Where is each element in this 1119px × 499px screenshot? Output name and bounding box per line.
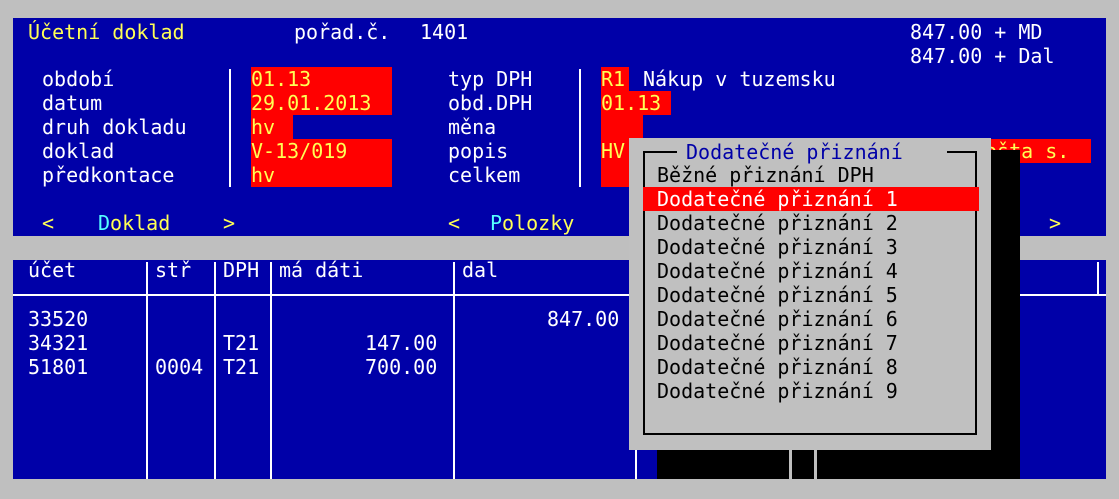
dialog-option[interactable]: Dodatečné přiznání 3 — [657, 235, 898, 259]
order-label: pořad.č. — [294, 20, 391, 44]
dialog-option[interactable]: Dodatečné přiznání 5 — [657, 283, 898, 307]
vat-type-field[interactable]: R1 — [601, 67, 629, 91]
precontation-label: předkontace — [42, 163, 175, 187]
dialog-shadow-right — [990, 150, 1020, 479]
dialog-option[interactable]: Dodatečné přiznání 4 — [657, 259, 898, 283]
col-divider-3 — [270, 262, 272, 479]
far-right-arrow[interactable]: > — [1049, 211, 1061, 235]
right-field-separator — [579, 69, 581, 187]
shadow-gap-2 — [814, 450, 817, 479]
col-divider-1 — [146, 262, 148, 479]
cell-debit: 147.00 — [365, 331, 438, 355]
cell-account: 51801 — [28, 355, 89, 379]
currency-field[interactable] — [601, 115, 643, 139]
vat-type-description: Nákup v tuzemsku — [643, 67, 836, 91]
dal-total: 847.00 + Dal — [910, 44, 1055, 68]
date-field[interactable]: 29.01.2013 — [251, 91, 392, 115]
period-field[interactable]: 01.13 — [251, 67, 392, 91]
col-divider-4 — [453, 262, 455, 479]
col-divider-2 — [214, 262, 216, 479]
dialog-option[interactable]: Dodatečné přiznání 2 — [657, 211, 898, 235]
col-header-vat: DPH — [223, 258, 260, 282]
cell-credit: 847.00 — [547, 307, 620, 331]
precontation-value: hv — [251, 163, 276, 187]
doklad-hotkey: D — [98, 211, 111, 235]
precontation-field[interactable]: hv — [251, 163, 392, 187]
dialog-option[interactable]: Dodatečné přiznání 9 — [657, 379, 898, 403]
col-divider-6 — [1097, 262, 1099, 296]
dialog-option-label: Dodatečné přiznání 3 — [657, 235, 898, 259]
vat-type-code: R1 — [601, 67, 626, 91]
dialog-option[interactable]: Dodatečné přiznání 7 — [657, 331, 898, 355]
description-label: popis — [448, 139, 509, 163]
left-field-separator — [229, 69, 231, 187]
description-field[interactable]: HV — [601, 139, 631, 163]
vat-period-label: obd.DPH — [448, 91, 533, 115]
col-header-center: stř — [155, 258, 192, 282]
md-total: 847.00 + MD — [910, 20, 1043, 44]
dialog-option-label: Dodatečné přiznání 5 — [657, 283, 898, 307]
next-doc-arrow[interactable]: > — [223, 211, 235, 235]
cell-vat: T21 — [223, 355, 260, 379]
dialog-option-label: Dodatečné přiznání 4 — [657, 259, 898, 283]
polozky-hotkey: P — [490, 211, 503, 235]
dialog-title: Dodatečné přiznání — [686, 140, 903, 164]
doc-type-value: hv — [251, 115, 276, 139]
polozky-tab-label: olozky — [502, 211, 575, 235]
doc-number-label: doklad — [42, 139, 115, 163]
period-value: 01.13 — [251, 67, 312, 91]
total-field[interactable] — [601, 163, 631, 187]
dialog-option-label: Dodatečné přiznání 8 — [657, 355, 898, 379]
doc-type-label: druh dokladu — [42, 115, 187, 139]
dialog-option[interactable]: Běžné přiznání DPH — [657, 163, 874, 187]
doc-number-field[interactable]: V-13/019 — [251, 139, 392, 163]
shadow-gap-1 — [789, 450, 792, 479]
cell-vat: T21 — [223, 331, 260, 355]
description-value-start: HV — [601, 139, 626, 163]
doklad-tab-label: oklad — [110, 211, 171, 235]
dialog-option[interactable]: Dodatečné přiznání 8 — [657, 355, 898, 379]
col-header-debit: má dáti — [279, 258, 364, 282]
dialog-option-label: Dodatečné přiznání 2 — [657, 211, 898, 235]
dialog-option-label: Běžné přiznání DPH — [657, 163, 874, 187]
prev-doc-arrow[interactable]: < — [42, 211, 54, 235]
vat-type-label: typ DPH — [448, 67, 533, 91]
dialog-shadow-bottom — [657, 450, 1020, 479]
col-header-credit: dal — [462, 258, 499, 282]
cell-account: 33520 — [28, 307, 89, 331]
dialog-option-label: Dodatečné přiznání 9 — [657, 379, 898, 403]
date-label: datum — [42, 91, 103, 115]
cell-center: 0004 — [155, 355, 204, 379]
order-number: 1401 — [420, 20, 469, 44]
dialog-option-label: Dodatečné přiznání 7 — [657, 331, 898, 355]
dialog-option-label: Dodatečné přiznání 6 — [657, 307, 898, 331]
period-label: období — [42, 67, 115, 91]
cell-debit: 700.00 — [365, 355, 438, 379]
col-header-account: účet — [28, 258, 77, 282]
cell-account: 34321 — [28, 331, 89, 355]
dialog-option-selected[interactable]: Dodatečné přiznání 1 — [643, 187, 979, 211]
window-title: Účetní doklad — [28, 20, 185, 44]
doklad-tab[interactable]: Doklad — [98, 211, 170, 235]
polozky-left-arrow[interactable]: < — [448, 211, 460, 235]
currency-label: měna — [448, 115, 497, 139]
total-label: celkem — [448, 163, 521, 187]
date-value: 29.01.2013 — [251, 91, 372, 115]
doc-number-value: V-13/019 — [251, 139, 348, 163]
dialog-option[interactable]: Dodatečné přiznání 6 — [657, 307, 898, 331]
dialog-option-label: Dodatečné přiznání 1 — [657, 187, 898, 211]
vat-period-value: 01.13 — [601, 91, 662, 115]
polozky-tab[interactable]: Polozky — [490, 211, 574, 235]
doc-type-field[interactable]: hv — [251, 115, 293, 139]
vat-period-field[interactable]: 01.13 — [601, 91, 671, 115]
